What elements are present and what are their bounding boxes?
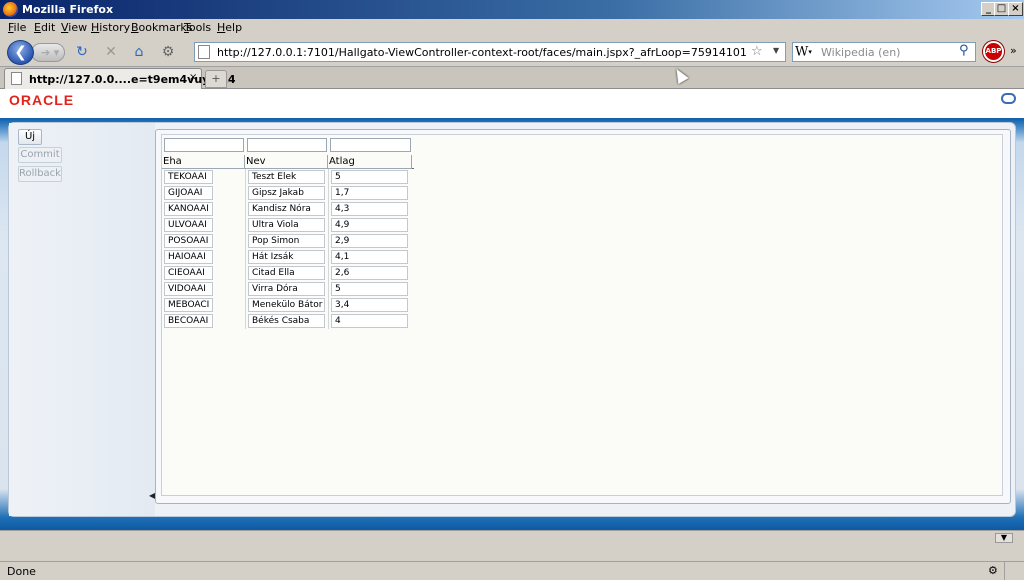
column-header-nev[interactable]: Nev	[245, 155, 328, 169]
home-icon[interactable]: ⌂	[131, 44, 147, 60]
cell-nev[interactable]: Virra Dóra	[248, 282, 325, 296]
cell-eha[interactable]: TEKOAAI	[164, 170, 213, 184]
cell-eha[interactable]: GIJOAAI	[164, 186, 213, 200]
filter-atlag-input[interactable]	[330, 138, 411, 152]
filter-nev-input[interactable]	[247, 138, 327, 152]
reload-icon[interactable]: ↻	[74, 44, 90, 60]
back-icon: ❮	[14, 43, 27, 61]
new-tab-button[interactable]: +	[205, 70, 227, 88]
toolbar-overflow-icon[interactable]: »	[1010, 44, 1017, 57]
commit-button[interactable]: Commit	[18, 147, 62, 163]
cell-nev[interactable]: Menekülo Bátor	[248, 298, 325, 312]
column-header-atlag[interactable]: Atlag	[328, 155, 412, 169]
resize-grip-icon[interactable]	[1004, 562, 1024, 580]
menu-view[interactable]: View	[61, 21, 87, 34]
back-button[interactable]: ❮	[7, 40, 34, 65]
cell-eha[interactable]: MEBOACI	[164, 298, 213, 312]
cell-atlag[interactable]: 3,4	[331, 298, 408, 312]
table-row[interactable]: CIEOAAI Citad Ella 2,6	[162, 265, 414, 281]
panel-splitter: Új Commit Rollback ◀ Eha Nev Atlag TEKOA…	[8, 122, 1016, 517]
table-row[interactable]: MEBOACI Menekülo Bátor 3,4	[162, 297, 414, 313]
search-icon[interactable]: ⚲	[959, 43, 969, 58]
cell-atlag[interactable]: 4	[331, 314, 408, 328]
close-window-button[interactable]: ×	[1008, 2, 1023, 16]
firefox-icon	[3, 2, 18, 17]
cell-atlag[interactable]: 1,7	[331, 186, 408, 200]
addon-icon[interactable]: ⚙	[160, 44, 176, 60]
cell-atlag[interactable]: 4,1	[331, 250, 408, 264]
table-row[interactable]: GIJOAAI Gipsz Jakab 1,7	[162, 185, 414, 201]
cell-nev[interactable]: Gipsz Jakab	[248, 186, 325, 200]
url-input[interactable]	[217, 45, 747, 59]
filter-eha-input[interactable]	[164, 138, 244, 152]
page-icon	[198, 45, 210, 59]
forward-button[interactable]: ➔ ▾	[31, 43, 65, 62]
cell-nev[interactable]: Kandisz Nóra	[248, 202, 325, 216]
menu-edit[interactable]: Edit	[34, 21, 55, 34]
page-icon	[11, 72, 22, 85]
oracle-o-icon	[1001, 93, 1016, 104]
table-row[interactable]: KANOAAI Kandisz Nóra 4,3	[162, 201, 414, 217]
cell-eha[interactable]: KANOAAI	[164, 202, 213, 216]
table-row[interactable]: POSOAAI Pop Simon 2,9	[162, 233, 414, 249]
right-pane: Eha Nev Atlag TEKOAAI Teszt Elek 5 GIJOA…	[155, 129, 1011, 504]
cell-atlag[interactable]: 2,9	[331, 234, 408, 248]
cell-nev[interactable]: Ultra Viola	[248, 218, 325, 232]
table-row[interactable]: ULVOAAI Ultra Viola 4,9	[162, 217, 414, 233]
menu-tools[interactable]: Tools	[184, 21, 211, 34]
cell-atlag[interactable]: 4,9	[331, 218, 408, 232]
page-content: ORACLE Új Commit Rollback ◀ Eha Nev Atla…	[0, 89, 1024, 530]
addon-status-icon[interactable]: ⚙	[988, 564, 998, 577]
oracle-logo: ORACLE	[9, 92, 75, 108]
cell-atlag[interactable]: 5	[331, 282, 408, 296]
cell-nev[interactable]: Teszt Elek	[248, 170, 325, 184]
cell-eha[interactable]: ULVOAAI	[164, 218, 213, 232]
cell-eha[interactable]: VIDOAAI	[164, 282, 213, 296]
address-bar[interactable]: ☆ ▼	[194, 42, 786, 62]
forward-icon: ➔ ▾	[41, 46, 60, 59]
new-button[interactable]: Új	[18, 129, 42, 145]
menu-file[interactable]: File	[8, 21, 26, 34]
rollback-button[interactable]: Rollback	[18, 166, 62, 182]
table-row[interactable]: VIDOAAI Virra Dóra 5	[162, 281, 414, 297]
cell-atlag[interactable]: 2,6	[331, 266, 408, 280]
cell-atlag[interactable]: 5	[331, 170, 408, 184]
window-title: Mozilla Firefox	[22, 3, 114, 16]
search-engine-icon[interactable]: W▾	[795, 44, 819, 60]
close-tab-icon[interactable]: ×	[189, 72, 197, 83]
student-table: Eha Nev Atlag TEKOAAI Teszt Elek 5 GIJOA…	[161, 134, 1003, 496]
search-bar[interactable]: W▾ ⚲	[792, 42, 976, 62]
column-header-eha[interactable]: Eha	[162, 155, 245, 169]
menu-bar: File Edit View History Bookmarks Tools H…	[0, 19, 1024, 37]
stop-icon[interactable]: ✕	[103, 44, 119, 60]
star-icon[interactable]: ☆	[751, 44, 763, 59]
add-on-bar: ▼	[0, 530, 1024, 561]
menu-help[interactable]: Help	[217, 21, 242, 34]
maximize-button[interactable]: □	[994, 2, 1009, 16]
cell-eha[interactable]: CIEOAAI	[164, 266, 213, 280]
table-row[interactable]: TEKOAAI Teszt Elek 5	[162, 169, 414, 185]
cell-nev[interactable]: Citad Ella	[248, 266, 325, 280]
status-bar: Done ⚙	[0, 561, 1024, 580]
cell-eha[interactable]: BECOAAI	[164, 314, 213, 328]
cell-nev[interactable]: Hát Izsák	[248, 250, 325, 264]
cell-nev[interactable]: Békés Csaba	[248, 314, 325, 328]
search-input[interactable]	[821, 45, 956, 59]
window-title-bar: Mozilla Firefox _ □ ×	[0, 0, 1024, 19]
table-row[interactable]: HAIOAAI Hát Izsák 4,1	[162, 249, 414, 265]
cell-eha[interactable]: POSOAAI	[164, 234, 213, 248]
chevron-down-icon[interactable]: ▼	[773, 46, 779, 55]
chevron-down-icon[interactable]: ▼	[995, 533, 1013, 543]
table-row[interactable]: BECOAAI Békés Csaba 4	[162, 313, 414, 329]
cell-atlag[interactable]: 4,3	[331, 202, 408, 216]
menu-history[interactable]: History	[91, 21, 130, 34]
app-header: ORACLE	[0, 89, 1024, 119]
cell-eha[interactable]: HAIOAAI	[164, 250, 213, 264]
left-pane: Új Commit Rollback ◀	[9, 123, 155, 516]
cell-nev[interactable]: Pop Simon	[248, 234, 325, 248]
status-text: Done	[7, 565, 36, 578]
tab-main[interactable]: http://127.0.0....e=t9em4vuyr_14 ×	[4, 68, 236, 89]
adblock-plus-button[interactable]: ABP	[983, 41, 1004, 62]
